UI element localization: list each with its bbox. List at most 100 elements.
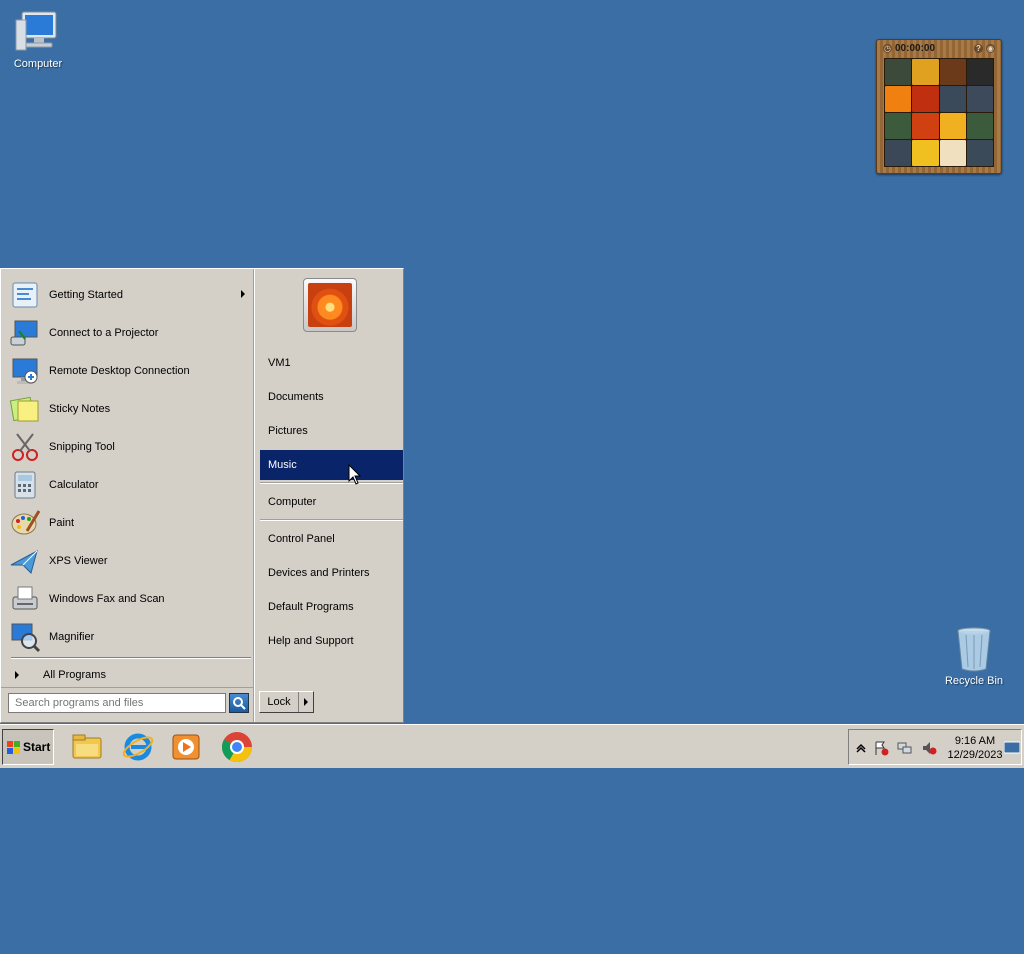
puzzle-tile[interactable]: [966, 86, 993, 112]
puzzle-tile[interactable]: [939, 140, 966, 166]
puzzle-toolbar: ◷ 00:00:00 ? ◉: [883, 42, 995, 56]
program-label: Snipping Tool: [49, 441, 115, 453]
program-item-getting-started[interactable]: Getting Started: [9, 277, 253, 313]
program-label: Remote Desktop Connection: [49, 365, 190, 377]
computer-icon: [14, 8, 62, 56]
search-icon: [233, 697, 246, 710]
program-item-connect-to-a-projector[interactable]: Connect to a Projector: [9, 315, 253, 351]
program-item-remote-desktop-connection[interactable]: Remote Desktop Connection: [9, 353, 253, 389]
puzzle-tile[interactable]: [885, 59, 912, 85]
puzzle-tile[interactable]: [939, 59, 966, 85]
start-menu-programs: Getting Started Connect to a Projector Rem…: [3, 271, 253, 954]
puzzle-tile[interactable]: [966, 59, 993, 85]
windows-flag-icon: [7, 740, 21, 754]
user-picture[interactable]: [303, 278, 357, 332]
program-item-windows-fax-and-scan[interactable]: Windows Fax and Scan: [9, 581, 253, 617]
flower-icon: [308, 283, 352, 327]
puzzle-tile[interactable]: [885, 113, 912, 139]
clock-time: 9:16 AM: [954, 735, 996, 747]
clock-date: 12/29/2023: [947, 749, 1003, 761]
internet-explorer-icon[interactable]: [121, 730, 155, 764]
puzzle-grid[interactable]: [884, 58, 994, 167]
desktop-icon-recycle-bin[interactable]: Recycle Bin: [937, 625, 1011, 687]
place-item-devices-and-printers[interactable]: Devices and Printers: [260, 558, 403, 588]
desktop-icon-label: Recycle Bin: [944, 675, 1004, 687]
place-item-computer[interactable]: Computer: [260, 487, 403, 517]
place-label: Documents: [268, 391, 324, 403]
puzzle-tile[interactable]: [966, 140, 993, 166]
program-label: Magnifier: [49, 631, 95, 643]
place-label: Computer: [268, 496, 317, 508]
desktop-icon-label: Computer: [13, 58, 63, 70]
puzzle-timer: 00:00:00: [895, 43, 936, 54]
program-label: Connect to a Projector: [49, 327, 159, 339]
program-item-magnifier[interactable]: Magnifier: [9, 619, 253, 655]
lock-label: Lock: [260, 692, 299, 712]
place-label: Pictures: [268, 425, 308, 437]
remote-desktop-icon: [9, 355, 41, 387]
show-desktop-icon[interactable]: [1003, 741, 1021, 757]
chrome-icon[interactable]: [220, 730, 254, 764]
network-icon[interactable]: [897, 740, 913, 756]
place-item-pictures[interactable]: Pictures: [260, 416, 403, 446]
program-item-snipping-tool[interactable]: Snipping Tool: [9, 429, 253, 465]
show-hidden-icons-icon[interactable]: [853, 740, 869, 756]
place-item-music[interactable]: Music: [260, 450, 403, 480]
sticky-notes-icon: [9, 393, 41, 425]
puzzle-tile[interactable]: [885, 140, 912, 166]
program-label: Calculator: [49, 479, 99, 491]
submenu-arrow-icon: [241, 290, 245, 298]
puzzle-tile[interactable]: [912, 113, 939, 139]
puzzle-tile[interactable]: [912, 140, 939, 166]
lock-button[interactable]: Lock: [259, 691, 314, 713]
triangle-right-icon: [304, 698, 308, 706]
place-label: Music: [268, 459, 297, 471]
place-item-documents[interactable]: Documents: [260, 382, 403, 412]
program-item-calculator[interactable]: Calculator: [9, 467, 253, 503]
search-area: [1, 687, 253, 723]
picture-puzzle-gadget[interactable]: ◷ 00:00:00 ? ◉: [876, 39, 1002, 174]
program-label: Sticky Notes: [49, 403, 111, 415]
triangle-right-icon: [15, 671, 19, 679]
separator: [260, 482, 403, 484]
media-player-icon[interactable]: [169, 730, 203, 764]
puzzle-tile[interactable]: [912, 86, 939, 112]
puzzle-tile[interactable]: [912, 59, 939, 85]
action-center-flag-icon[interactable]: [873, 740, 889, 756]
puzzle-tile[interactable]: [966, 113, 993, 139]
system-clock[interactable]: 9:16 AM 12/29/2023: [945, 734, 1005, 762]
volume-muted-icon[interactable]: [921, 740, 937, 756]
place-label: Default Programs: [268, 601, 354, 613]
desktop-icon-computer[interactable]: Computer: [1, 8, 75, 70]
program-item-sticky-notes[interactable]: Sticky Notes: [9, 391, 253, 427]
timer-icon[interactable]: ◷: [883, 44, 892, 53]
program-item-xps-viewer[interactable]: XPS Viewer: [9, 543, 253, 579]
file-explorer-icon[interactable]: [70, 730, 104, 764]
separator: [11, 657, 251, 659]
puzzle-tile[interactable]: [939, 86, 966, 112]
shutdown-options-arrow[interactable]: [299, 692, 313, 712]
puzzle-tile[interactable]: [885, 86, 912, 112]
recycle-bin-icon: [950, 625, 998, 673]
help-icon[interactable]: ?: [974, 44, 983, 53]
paint-palette-icon: [9, 507, 41, 539]
program-label: Getting Started: [49, 289, 123, 301]
show-picture-icon[interactable]: ◉: [986, 44, 995, 53]
search-input[interactable]: [8, 693, 226, 713]
program-label: Paint: [49, 517, 75, 529]
place-item-help-and-support[interactable]: Help and Support: [260, 626, 403, 656]
scissors-icon: [9, 431, 41, 463]
all-programs-item[interactable]: All Programs: [9, 665, 249, 685]
start-button[interactable]: Start: [2, 729, 54, 765]
place-item-control-panel[interactable]: Control Panel: [260, 524, 403, 554]
separator: [260, 519, 403, 521]
program-item-paint[interactable]: Paint: [9, 505, 253, 541]
place-item-default-programs[interactable]: Default Programs: [260, 592, 403, 622]
puzzle-tile[interactable]: [939, 113, 966, 139]
start-menu-places: VM1 Documents Pictures Music Computer Control…: [254, 269, 404, 722]
search-button[interactable]: [229, 693, 249, 713]
place-item-vm1[interactable]: VM1: [260, 348, 403, 378]
projector-icon: [9, 317, 41, 349]
mouse-cursor-icon: [348, 464, 362, 485]
notification-area: 9:16 AM 12/29/2023: [848, 729, 1022, 765]
